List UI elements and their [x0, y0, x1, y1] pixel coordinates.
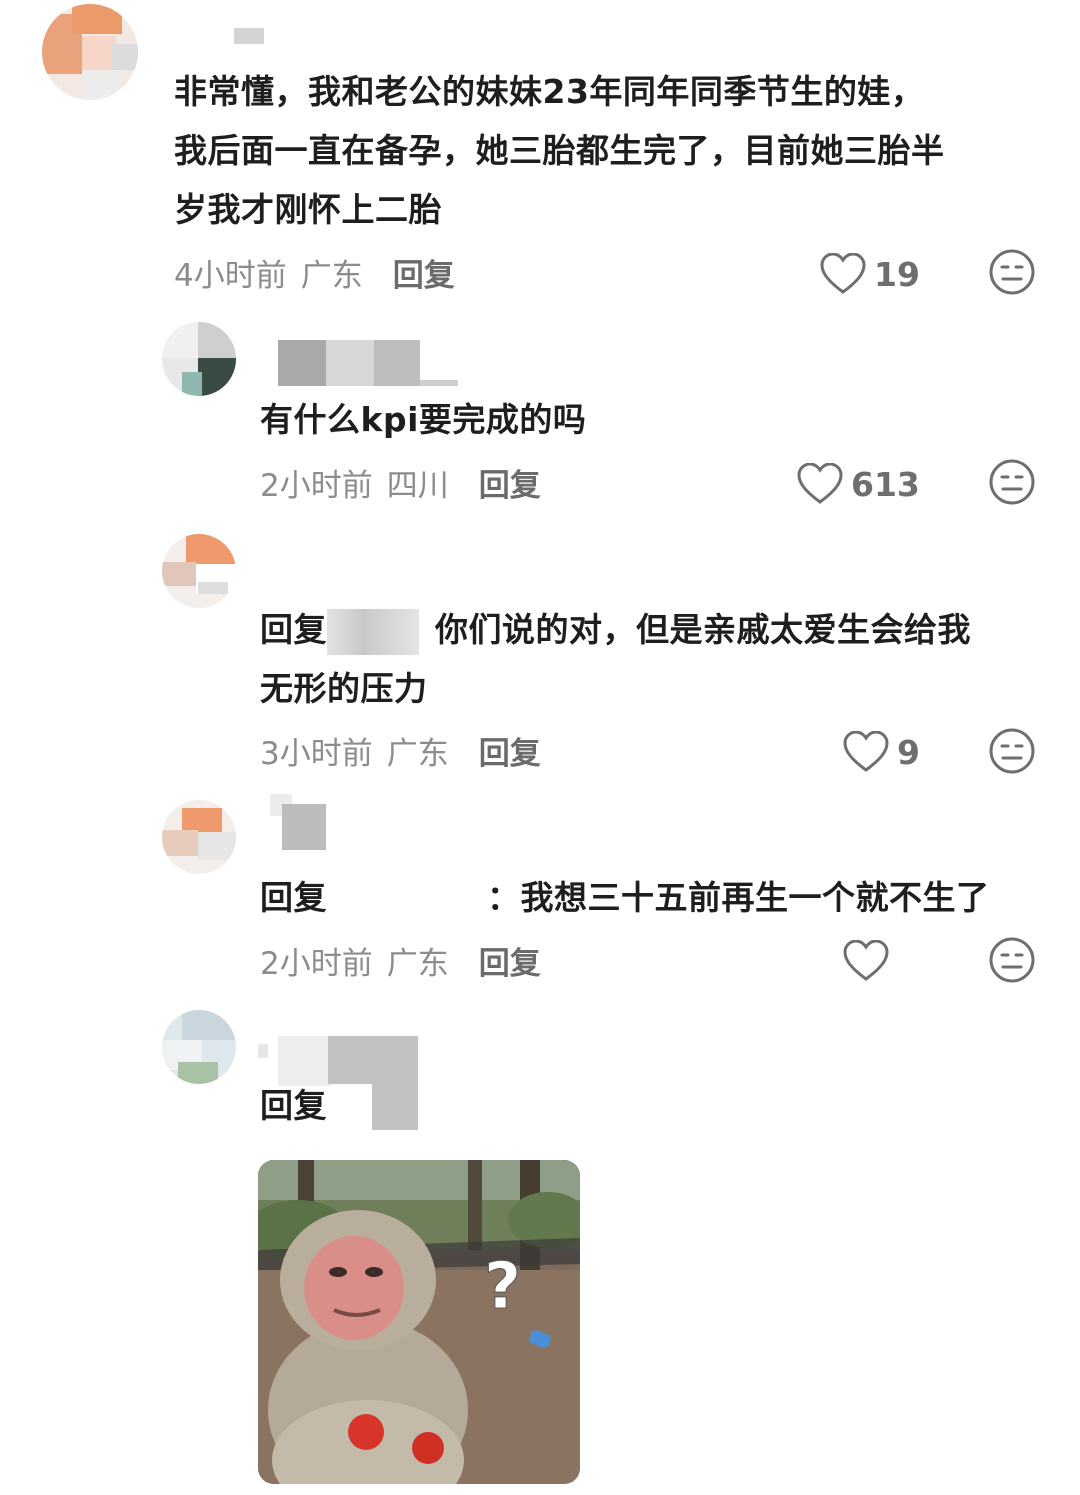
- reply-button[interactable]: 回复: [479, 938, 541, 983]
- location: 广东: [386, 945, 449, 982]
- question-mark: ?: [484, 1250, 521, 1324]
- username-redacted[interactable]: [270, 794, 326, 850]
- monkey-sticker-image[interactable]: ?: [258, 1160, 580, 1484]
- mention-redacted[interactable]: [327, 876, 487, 923]
- reply-prefix: 回复: [260, 1086, 327, 1125]
- reply-button[interactable]: 回复: [479, 460, 541, 505]
- mention-redacted[interactable]: [327, 608, 419, 655]
- like-button[interactable]: 613: [797, 460, 920, 508]
- monkey-sticker-drawing: ?: [258, 1160, 580, 1484]
- like-button[interactable]: [843, 937, 897, 985]
- heart-icon: [843, 731, 889, 772]
- comment-line: 回复 你们说的对，但是亲戚太爱生会给我: [260, 600, 1050, 659]
- avatar[interactable]: [42, 4, 138, 100]
- reply-prefix: 回复: [260, 878, 327, 917]
- avatar[interactable]: [162, 534, 236, 608]
- avatar[interactable]: [162, 800, 236, 874]
- like-button[interactable]: 9: [843, 728, 920, 776]
- heart-icon: [843, 940, 889, 981]
- comment-line: 非常懂，我和老公的妹妹23年同年同季节生的娃，: [174, 72, 925, 111]
- comment-line: 我后面一直在备孕，她三胎都生完了，目前她三胎半: [174, 131, 945, 170]
- comment-meta: 2小时前 四川 回复: [260, 460, 541, 505]
- timestamp: 3小时前: [260, 735, 373, 772]
- timestamp: 4小时前: [174, 257, 287, 294]
- username-redacted[interactable]: [278, 340, 458, 386]
- avatar[interactable]: [162, 1010, 236, 1084]
- reply-button[interactable]: 回复: [393, 250, 455, 295]
- like-count: 19: [874, 254, 920, 294]
- neutral-face-icon[interactable]: [988, 936, 1036, 984]
- reply-button[interactable]: 回复: [479, 728, 541, 773]
- comment-text: 非常懂，我和老公的妹妹23年同年同季节生的娃， 我后面一直在备孕，她三胎都生完了…: [174, 62, 1054, 239]
- comment-line: 岁我才刚怀上二胎: [174, 190, 442, 229]
- location: 四川: [386, 467, 449, 504]
- comment-text: 回复 你们说的对，但是亲戚太爱生会给我 无形的压力: [260, 600, 1050, 718]
- avatar[interactable]: [162, 322, 236, 396]
- heart-icon: [797, 463, 843, 504]
- comment-meta: 4小时前 广东 回复: [174, 250, 455, 295]
- heart-icon: [820, 253, 866, 294]
- reply-prefix: 回复: [260, 610, 327, 649]
- username-redacted[interactable]: [234, 28, 264, 44]
- like-count: 613: [851, 464, 920, 504]
- like-button[interactable]: 19: [820, 250, 920, 298]
- timestamp: 2小时前: [260, 467, 373, 504]
- comment-meta: 3小时前 广东 回复: [260, 728, 541, 773]
- comment-meta: 2小时前 广东 回复: [260, 938, 541, 983]
- comment-line: 无形的压力: [260, 669, 428, 708]
- location: 广东: [386, 735, 449, 772]
- neutral-face-icon[interactable]: [988, 458, 1036, 506]
- comment-text: 有什么kpi要完成的吗: [260, 400, 587, 439]
- neutral-face-icon[interactable]: [988, 248, 1036, 296]
- neutral-face-icon[interactable]: [988, 727, 1036, 775]
- comment-text: 回复 ：我想三十五前再生一个就不生了: [260, 868, 1050, 927]
- comment-text: 回复: [260, 1076, 327, 1135]
- comment-thread: 非常懂，我和老公的妹妹23年同年同季节生的娃， 我后面一直在备孕，她三胎都生完了…: [0, 0, 1080, 1495]
- timestamp: 2小时前: [260, 945, 373, 982]
- location: 广东: [300, 257, 363, 294]
- like-count: 9: [897, 732, 920, 772]
